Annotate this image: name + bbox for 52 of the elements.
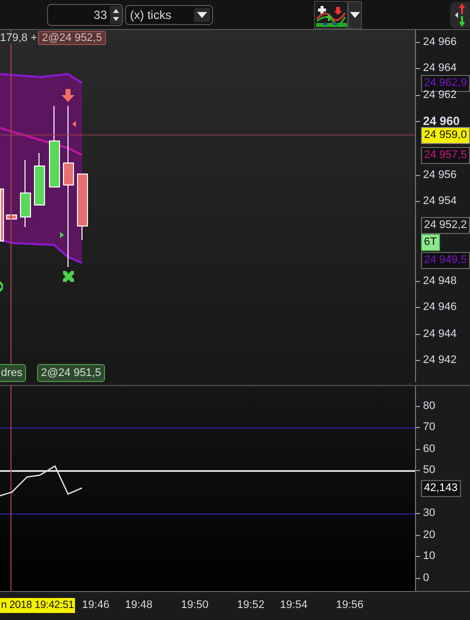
order-tag[interactable]: 2@24 951,5 (37, 364, 106, 382)
time-tick-label: 19:46 (82, 599, 110, 611)
price-tick-label: 24 944 (416, 327, 457, 342)
time-tick-label: 19:48 (125, 599, 153, 611)
sell-arrow-icon (62, 89, 74, 102)
cross-marker-icon (0, 281, 3, 292)
time-tick-label: 19:50 (181, 599, 209, 611)
value-tick-label: 30 (416, 506, 436, 521)
spinner-arrows-icon[interactable] (110, 6, 122, 24)
candle (0, 188, 4, 242)
candle (20, 160, 31, 228)
cross-marker-icon (63, 271, 74, 282)
value-tick-label: 70 (416, 420, 436, 435)
price-marker-label: 6T (421, 234, 440, 251)
caret-icon (350, 12, 360, 18)
price-tick-label: 24 948 (416, 274, 457, 289)
price-marker-label: 24 949,5 (421, 252, 470, 269)
period-field[interactable]: 33 (47, 4, 123, 26)
triangle-marker-icon (60, 232, 64, 238)
time-cursor-label: n 2018 19:42:51 (0, 598, 75, 613)
time-tick-label: 19:54 (280, 599, 308, 611)
price-tick-label: 24 964 (416, 61, 457, 76)
triangle-marker-icon (72, 121, 76, 127)
order-tag[interactable]: dres (0, 364, 26, 382)
price-tick-label: 24 960 (416, 114, 460, 129)
position-text: 179,8 + (0, 32, 38, 44)
price-tick-label: 24 956 (416, 168, 457, 183)
candle (77, 174, 88, 240)
caret-icon (194, 8, 210, 22)
dropdown-button[interactable] (348, 0, 362, 28)
time-tick-label: 19:52 (237, 599, 265, 611)
price-tick-label: 24 966 (416, 35, 457, 50)
order-tag[interactable]: 2@24 952,5 (38, 31, 106, 45)
value-tick-label: 80 (416, 399, 436, 414)
unit-dropdown[interactable]: (x) ticks (125, 4, 213, 24)
value-tick-label: 50 (416, 463, 436, 478)
price-marker-label: 24 957,5 (421, 147, 470, 164)
value-marker-label: 42,143 (421, 480, 461, 497)
price-tick-label: 24 942 (416, 353, 457, 368)
buy-sell-icon[interactable] (450, 2, 470, 28)
candle (6, 214, 17, 220)
price-tick-label: 24 954 (416, 194, 457, 209)
price-marker-label: 24 959,0 (421, 127, 470, 144)
value-tick-label: 10 (416, 549, 436, 564)
value-tick-label: 0 (416, 571, 430, 586)
time-tick-label: 19:56 (336, 599, 364, 611)
price-tick-label: 24 946 (416, 300, 457, 315)
value-tick-label: 20 (416, 528, 436, 543)
strategy-icon[interactable] (314, 0, 348, 28)
value-tick-label: 60 (416, 442, 436, 457)
candle (34, 152, 45, 206)
price-marker-label: 24 952,2 (421, 217, 470, 234)
